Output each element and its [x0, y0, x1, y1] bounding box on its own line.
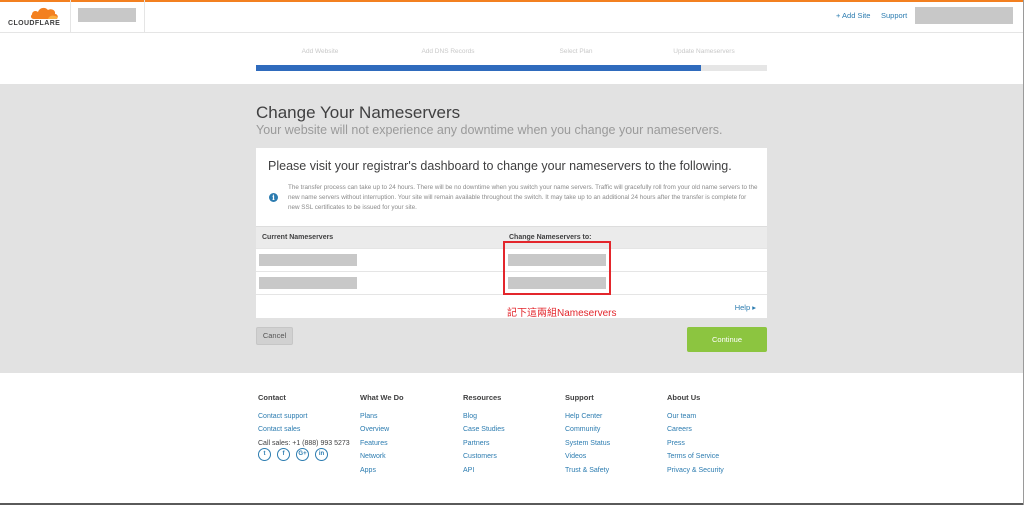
- annotation-text: 記下這兩組Nameservers: [507, 308, 617, 319]
- footer-resources: Resources Blog Case Studies Partners Cus…: [463, 392, 563, 477]
- footer-link-careers[interactable]: Careers: [667, 423, 767, 436]
- footer-heading: Support: [565, 393, 594, 402]
- page-subtitle: Your website will not experience any dow…: [256, 123, 723, 137]
- footer-heading: Resources: [463, 393, 502, 402]
- contact-support-link[interactable]: Contact support: [258, 410, 358, 423]
- footer-link-terms[interactable]: Terms of Service: [667, 450, 767, 463]
- support-link[interactable]: Support: [881, 11, 907, 20]
- footer-link-community[interactable]: Community: [565, 423, 665, 436]
- footer-heading: What We Do: [360, 393, 404, 402]
- current-nameserver-redacted: [259, 254, 357, 266]
- sales-phone: Call sales: +1 (888) 993 5273: [258, 439, 350, 447]
- footer-link-press[interactable]: Press: [667, 437, 767, 450]
- setup-progress-fill: [256, 65, 701, 71]
- footer-heading: About Us: [667, 393, 701, 402]
- step-select-plan: Select Plan: [559, 48, 593, 55]
- continue-button[interactable]: Continue: [687, 327, 767, 352]
- footer-link-case-studies[interactable]: Case Studies: [463, 423, 563, 436]
- footer-link-our-team[interactable]: Our team: [667, 410, 767, 423]
- top-navbar: CLOUDFLARE + Add Site Support: [0, 0, 1024, 33]
- footer-link-system-status[interactable]: System Status: [565, 437, 665, 450]
- footer-link-api[interactable]: API: [463, 464, 563, 477]
- footer-link-help-center[interactable]: Help Center: [565, 410, 665, 423]
- highlight-box: [503, 241, 611, 295]
- step-add-dns-records: Add DNS Records: [421, 48, 475, 55]
- footer-link-customers[interactable]: Customers: [463, 450, 563, 463]
- account-name-redacted[interactable]: [78, 8, 136, 22]
- facebook-icon[interactable]: f: [277, 448, 290, 461]
- info-icon: i: [269, 193, 278, 202]
- footer-link-trust-safety[interactable]: Trust & Safety: [565, 464, 665, 477]
- cancel-button[interactable]: Cancel: [256, 327, 293, 345]
- step-update-nameservers: Update Nameservers: [673, 48, 735, 55]
- header-divider: [70, 0, 71, 33]
- logo-wordmark: CLOUDFLARE: [8, 20, 61, 27]
- footer-support: Support Help Center Community System Sta…: [565, 392, 665, 477]
- footer-contact: Contact Contact support Contact sales Ca…: [258, 392, 358, 450]
- footer-link-videos[interactable]: Videos: [565, 450, 665, 463]
- cloudflare-logo[interactable]: CLOUDFLARE: [8, 6, 68, 28]
- footer-about: About Us Our team Careers Press Terms of…: [667, 392, 767, 477]
- footer-link-plans[interactable]: Plans: [360, 410, 460, 423]
- footer-link-partners[interactable]: Partners: [463, 437, 563, 450]
- footer-link-privacy[interactable]: Privacy & Security: [667, 464, 767, 477]
- footer-what-we-do: What We Do Plans Overview Features Netwo…: [360, 392, 460, 477]
- add-site-link[interactable]: + Add Site: [836, 11, 870, 20]
- col-change-nameservers: Change Nameservers to:: [509, 234, 592, 241]
- footer-link-apps[interactable]: Apps: [360, 464, 460, 477]
- footer-link-blog[interactable]: Blog: [463, 410, 563, 423]
- header-divider: [144, 0, 145, 33]
- setup-steps: Add Website Add DNS Records Select Plan …: [256, 48, 768, 58]
- setup-progress-bar: [256, 65, 767, 71]
- footer-heading: Contact: [258, 393, 286, 402]
- user-menu-redacted[interactable]: [915, 7, 1013, 24]
- footer-link-network[interactable]: Network: [360, 450, 460, 463]
- footer-link-features[interactable]: Features: [360, 437, 460, 450]
- transfer-info-text: The transfer process can take up to 24 h…: [288, 184, 758, 211]
- current-nameserver-redacted: [259, 277, 357, 289]
- brand-accent-line: [0, 0, 1024, 2]
- linkedin-icon[interactable]: in: [315, 448, 328, 461]
- help-link[interactable]: Help ▸: [735, 303, 756, 312]
- page-title: Change Your Nameservers: [256, 103, 461, 122]
- cloud-icon: [30, 7, 58, 19]
- step-add-website: Add Website: [301, 48, 339, 55]
- google-plus-icon[interactable]: G+: [296, 448, 309, 461]
- contact-sales-link[interactable]: Contact sales: [258, 423, 358, 436]
- footer-link-overview[interactable]: Overview: [360, 423, 460, 436]
- twitter-icon[interactable]: t: [258, 448, 271, 461]
- card-heading: Please visit your registrar's dashboard …: [268, 159, 732, 173]
- col-current-nameservers: Current Nameservers: [262, 234, 334, 241]
